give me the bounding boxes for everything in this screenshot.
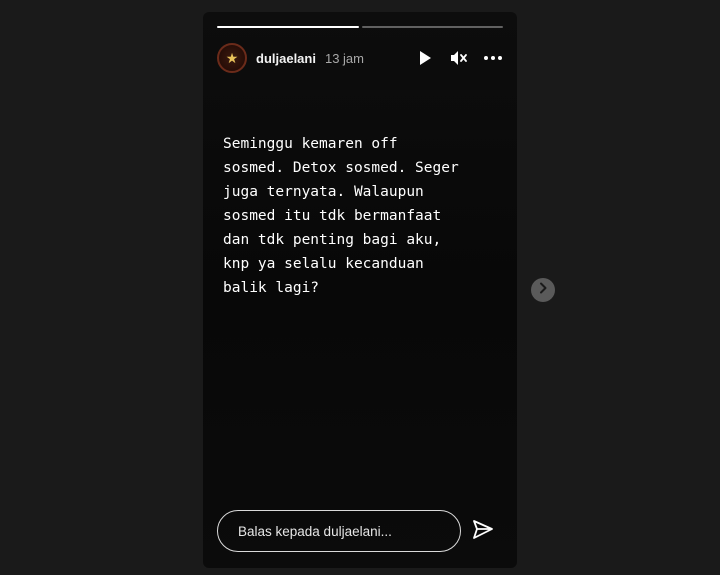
progress-fill xyxy=(217,26,359,28)
mute-icon[interactable] xyxy=(449,48,469,68)
more-icon[interactable] xyxy=(483,48,503,68)
progress-segment xyxy=(361,26,503,28)
story-progress xyxy=(217,26,503,28)
chevron-right-icon xyxy=(538,281,548,299)
story-header: ★ duljaelani 13 jam xyxy=(217,42,503,74)
story-controls xyxy=(415,48,503,68)
send-icon[interactable] xyxy=(471,518,495,542)
star-icon: ★ xyxy=(225,50,239,66)
play-icon[interactable] xyxy=(415,48,435,68)
reply-input[interactable] xyxy=(238,523,460,539)
progress-segment xyxy=(217,26,359,28)
username[interactable]: duljaelani xyxy=(256,51,316,66)
reply-box[interactable] xyxy=(217,510,461,552)
avatar[interactable]: ★ xyxy=(217,43,247,73)
next-story-button[interactable] xyxy=(531,278,555,302)
timestamp: 13 jam xyxy=(324,50,364,66)
story-viewer: ★ duljaelani 13 jam Seminggu kemaren off… xyxy=(203,12,517,568)
story-text: Seminggu kemaren off sosmed. Detox sosme… xyxy=(223,136,459,296)
